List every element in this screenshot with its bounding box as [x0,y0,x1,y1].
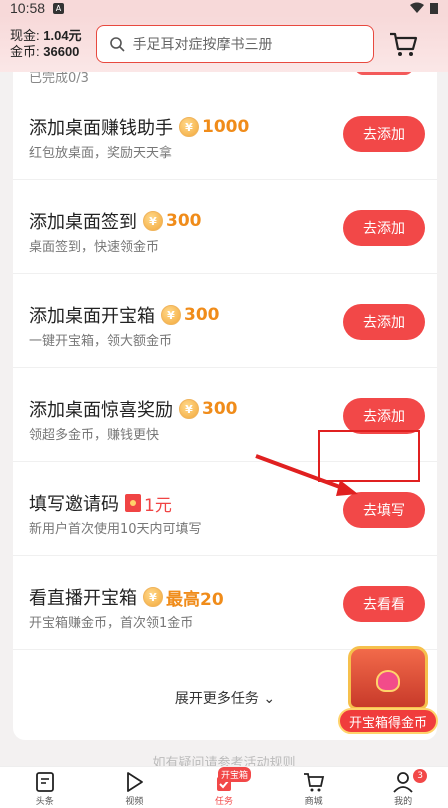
task-title: 填写邀请码 1元 [29,490,172,516]
task-reward: 300 [166,211,202,231]
nav-label: 视频 [125,797,144,807]
coin-icon: ¥ [179,399,199,419]
task-subtitle: 领超多金币，赚钱更快 [29,428,160,443]
cash-value: 1.04元 [43,28,82,43]
wifi-icon [410,2,424,13]
notification-badge: 3 [413,769,428,783]
bottom-nav: 头条 视频 开宝箱 任务 商城 3 我的 [0,766,448,808]
task-reward: 最高20 [166,589,224,610]
nav-item-news[interactable]: 头条 [0,767,90,808]
nav-item-mall[interactable]: 商城 [269,767,359,808]
coin-icon: ¥ [161,305,181,325]
cash-row: 现金: 1.04元 [10,28,82,44]
nav-label: 我的 [394,797,413,807]
peek-text: 已完成0/3 [29,72,89,86]
peek-button[interactable] [355,72,413,75]
add-button[interactable]: 去添加 [343,210,425,246]
task-subtitle: 红包放桌面，奖励天天拿 [29,146,173,161]
nav-label: 商城 [304,797,323,807]
task-reward: 1000 [202,117,250,137]
header: 现金: 1.04元 金币: 36600 手足耳对症按摩书三册 [0,16,448,72]
task-subtitle: 一键开宝箱，领大额金币 [29,334,173,349]
task-subtitle: 桌面签到，快速领金币 [29,240,160,255]
task-subtitle: 新用户首次使用10天内可填写 [29,522,202,537]
task-subtitle: 开宝箱赚金币，首次领1金币 [29,616,194,631]
task-card: 已完成0/3 添加桌面赚钱助手 ¥1000 红包放桌面，奖励天天拿 去添加 添加桌… [13,72,437,740]
balance[interactable]: 现金: 1.04元 金币: 36600 [10,28,82,60]
play-icon [127,772,144,792]
treasure-label: 开宝箱得金币 [338,708,438,734]
coins-value: 36600 [43,44,80,59]
battery-icon [430,3,438,14]
news-icon [35,772,54,792]
treasure-chest-widget[interactable]: 开宝箱得金币 [338,646,438,738]
task-title: 添加桌面惊喜奖励 ¥300 [29,399,238,421]
task-row: 添加桌面赚钱助手 ¥1000 红包放桌面，奖励天天拿 去添加 [13,86,437,180]
profile-icon [393,772,413,793]
coin-icon: ¥ [143,587,163,607]
nav-label: 任务 [214,797,233,807]
nav-item-profile[interactable]: 3 我的 [358,767,448,808]
task-reward: 1元 [144,495,172,516]
chevron-down-icon: ⌄ [263,691,276,707]
red-packet-icon [125,494,141,512]
nav-tag: 开宝箱 [217,767,251,782]
coins-label: 金币: [10,44,40,59]
watch-button[interactable]: 去看看 [343,586,425,622]
cart-icon [303,773,324,792]
search-icon [109,37,125,52]
notification-a-icon: A [53,2,65,14]
nav-item-task[interactable]: 开宝箱 任务 [179,767,269,808]
task-row: 添加桌面开宝箱 ¥300 一键开宝箱，领大额金币 去添加 [13,274,437,368]
task-reward: 300 [202,399,238,419]
status-icons [410,2,438,14]
rules-footnote[interactable]: 如有疑问请参考活动规则 [0,752,448,766]
cart-icon[interactable] [388,29,418,59]
task-title: 看直播开宝箱 ¥ 最高20 [29,584,224,610]
coin-icon: ¥ [179,117,199,137]
previous-task-peek: 已完成0/3 [13,72,437,86]
search-input[interactable]: 手足耳对症按摩书三册 [95,25,374,63]
coin-icon: ¥ [143,211,163,231]
task-row: 添加桌面签到 ¥300 桌面签到，快速领金币 去添加 [13,180,437,274]
annotation-arrow-icon [255,454,358,496]
coins-row: 金币: 36600 [10,44,82,60]
search-placeholder: 手足耳对症按摩书三册 [132,37,273,53]
add-button[interactable]: 去添加 [343,116,425,152]
nav-label: 头条 [35,797,54,807]
status-time: 10:58 [10,0,46,16]
heart-icon [376,670,400,692]
add-button[interactable]: 去添加 [343,398,425,434]
nav-item-video[interactable]: 视频 [90,767,180,808]
task-title: 添加桌面签到 ¥300 [29,211,202,233]
task-reward: 300 [184,305,220,325]
status-bar: 10:58 A [0,0,448,16]
task-title: 添加桌面赚钱助手 ¥1000 [29,117,250,139]
add-button[interactable]: 去添加 [343,304,425,340]
cash-label: 现金: [10,28,40,43]
task-title: 添加桌面开宝箱 ¥300 [29,305,220,327]
task-row: 看直播开宝箱 ¥ 最高20 开宝箱赚金币，首次领1金币 去看看 [13,556,437,650]
